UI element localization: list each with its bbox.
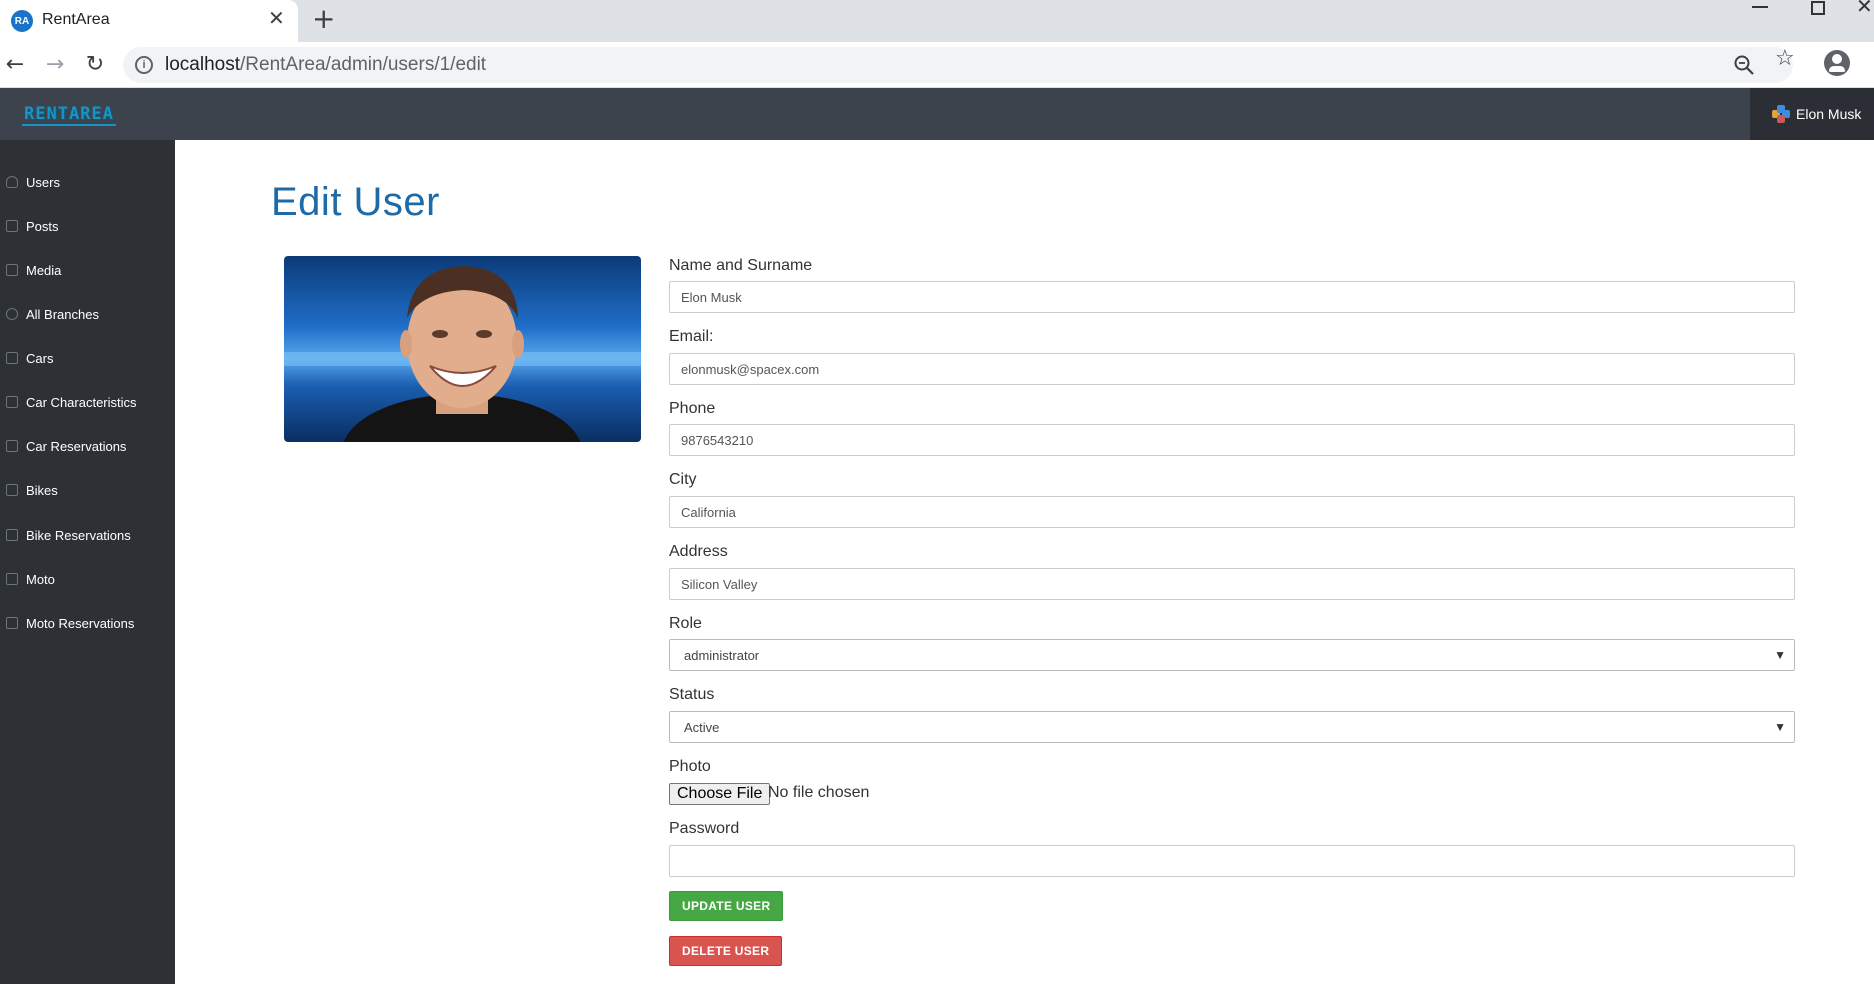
chevron-down-icon: ▼ [1774,648,1786,662]
browser-toolbar: ← → ↻ i localhost/RentArea/admin/users/1… [0,42,1874,88]
window-minimize-icon[interactable] [1752,6,1768,8]
user-avatar-icon [1772,105,1790,123]
new-tab-icon[interactable]: + [312,5,335,33]
role-label: Role [669,615,702,632]
image-icon [6,264,18,276]
user-name: Elon Musk [1796,106,1862,122]
email-input[interactable]: elonmusk@spacex.com [669,353,1795,385]
user-photo [284,256,641,442]
bookmark-star-icon[interactable]: ☆ [1775,48,1795,70]
sidebar-item-media[interactable]: Media [0,258,175,282]
file-icon [6,440,18,452]
address-input[interactable]: Silicon Valley [669,568,1795,600]
window-maximize-icon[interactable] [1811,1,1825,15]
sidebar-item-label: Media [26,262,62,278]
sidebar-item-car-reservations[interactable]: Car Reservations [0,434,175,458]
url-host: localhost [165,54,240,75]
browser-tab[interactable]: RA RentArea ✕ [0,0,298,42]
profile-icon[interactable] [1824,50,1850,76]
tab-close-icon[interactable]: ✕ [268,8,285,28]
image-icon [6,573,18,585]
back-icon[interactable]: ← [0,50,30,80]
sidebar-item-label: Car Reservations [26,438,127,454]
sidebar-item-bikes[interactable]: Bikes [0,478,175,502]
sidebar-item-label: Car Characteristics [26,394,137,410]
sidebar-item-users[interactable]: Users [0,170,175,194]
delete-user-button[interactable]: DELETE USER [669,936,783,966]
sidebar-item-label: Posts [26,218,59,234]
city-input[interactable]: California [669,496,1795,528]
tab-title: RentArea [42,11,110,28]
user-icon [6,176,18,188]
sidebar-item-label: Bike Reservations [26,527,131,543]
status-select[interactable]: Active ▼ [669,711,1795,743]
city-label: City [669,471,697,488]
window-close-icon[interactable]: ✕ [1856,0,1873,16]
app-header: RENTAREA Elon Musk [0,88,1874,140]
page-title: Edit User [271,180,440,224]
photo-label: Photo [669,758,711,775]
zoom-icon[interactable] [1733,54,1755,76]
sidebar-item-cars[interactable]: Cars [0,346,175,370]
sidebar-item-all-branches[interactable]: All Branches [0,302,175,326]
password-label: Password [669,820,740,837]
sidebar-item-moto-reservations[interactable]: Moto Reservations [0,611,175,635]
role-select[interactable]: administrator ▼ [669,639,1795,671]
sidebar-item-moto[interactable]: Moto [0,567,175,591]
file-icon [6,220,18,232]
forward-icon[interactable]: → [40,50,70,80]
phone-label: Phone [669,400,716,417]
sidebar-item-label: Bikes [26,482,58,498]
sidebar-item-posts[interactable]: Posts [0,214,175,238]
browser-tabstrip: RA RentArea ✕ + ✕ [0,0,1874,42]
file-icon [6,529,18,541]
address-label: Address [669,543,728,560]
sidebar-item-label: All Branches [26,306,99,322]
name-label: Name and Surname [669,257,813,274]
image-icon [6,396,18,408]
role-value: administrator [684,647,760,663]
sidebar-item-bike-reservations[interactable]: Bike Reservations [0,523,175,547]
sidebar-item-label: Moto Reservations [26,615,135,631]
sidebar-item-label: Moto [26,571,55,587]
status-value: Active [684,719,720,735]
reload-icon[interactable]: ↻ [80,50,110,80]
info-icon[interactable]: i [135,56,153,74]
url-text[interactable]: localhost/RentArea/admin/users/1/edit [165,54,486,76]
sidebar-item-label: Users [26,174,60,190]
chevron-down-icon: ▼ [1774,720,1786,734]
logo[interactable]: RENTAREA [22,104,116,126]
phone-input[interactable]: 9876543210 [669,424,1795,456]
password-input[interactable] [669,845,1795,877]
address-bar[interactable]: i localhost/RentArea/admin/users/1/edit [123,47,1793,83]
sidebar-item-label: Cars [26,350,54,366]
update-user-button[interactable]: UPDATE USER [669,891,784,921]
favicon-icon: RA [11,10,33,32]
image-icon [6,352,18,364]
file-status: No file chosen [768,784,870,801]
email-label: Email: [669,328,714,345]
choose-file-button[interactable]: Choose File [669,783,771,805]
sidebar-item-car-characteristics[interactable]: Car Characteristics [0,390,175,414]
status-label: Status [669,686,715,703]
image-icon [6,484,18,496]
name-input[interactable]: Elon Musk [669,281,1795,313]
sidebar: Users Posts Media All Branches Cars Car … [0,140,175,984]
url-path: /RentArea/admin/users/1/edit [240,54,487,75]
user-menu[interactable]: Elon Musk [1750,88,1874,140]
file-icon [6,617,18,629]
globe-icon [6,308,18,320]
